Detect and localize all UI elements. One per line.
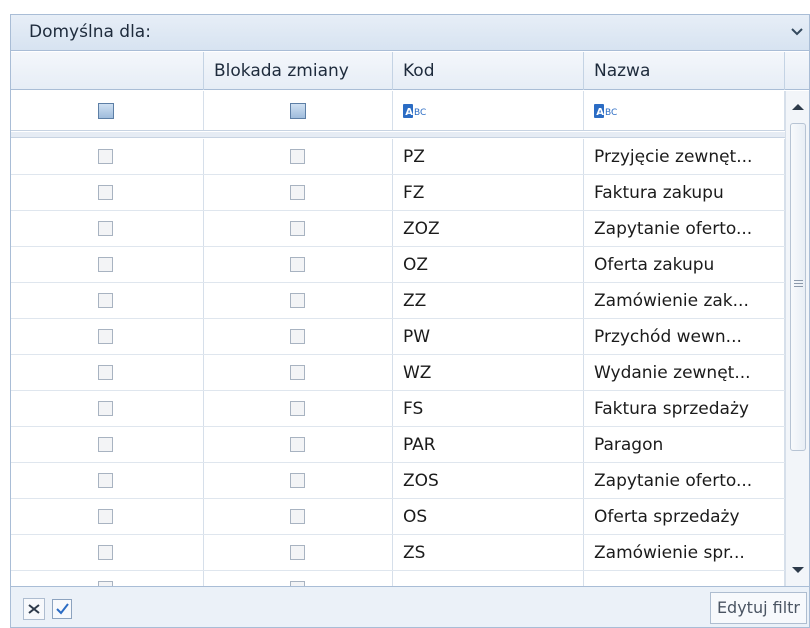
chevron-down-icon[interactable] [791,27,803,37]
column-header-row: Blokada zmiany Kod Nazwa [11,52,809,90]
table-row[interactable]: OZ Oferta zakupu [11,247,785,283]
column-header-kod[interactable]: Kod [393,52,584,90]
svg-text:BC: BC [605,108,617,118]
kod-cell: OS [403,507,428,527]
nazwa-cell: Zapytanie oferto... [594,471,753,491]
filter-row: A BC A BC [11,91,785,131]
svg-text:A: A [405,107,413,118]
blokada-checkbox[interactable] [290,509,305,524]
table-row[interactable]: PAR Paragon [11,427,785,463]
nazwa-cell: Wydanie zewnęt... [594,363,751,383]
checkmark-icon [56,603,69,615]
kod-cell: ZZ [403,291,427,311]
kod-cell: PZ [403,147,425,167]
table-row[interactable]: WZ Wydanie zewnęt... [11,355,785,391]
kod-cell: ZOZ [403,219,440,239]
nazwa-cell: Przychód wewn... [594,327,742,347]
kod-cell: FZ [403,183,425,203]
edit-filter-button[interactable]: Edytuj filtr [709,592,807,624]
nazwa-cell: Zamówienie spr... [594,543,745,563]
scroll-thumb[interactable] [790,123,806,451]
kod-cell: ZOS [403,471,439,491]
table-row[interactable]: ZOZ Zapytanie oferto... [11,211,785,247]
table-row[interactable]: FZ Faktura zakupu [11,175,785,211]
group-title: Domyślna dla: [29,22,151,42]
nazwa-cell: Zamówienie zak... [594,291,749,311]
filter-checkbox-default[interactable] [98,103,114,119]
nazwa-cell: Faktura zakupu [594,183,724,203]
table-row[interactable]: FS Faktura sprzedaży [11,391,785,427]
kod-cell: OZ [403,255,429,275]
column-header-spacer [785,52,809,90]
nazwa-cell: Oferta zakupu [594,255,715,275]
text-filter-icon: A BC [403,104,426,118]
svg-text:A: A [596,107,604,118]
rows-container: PZ Przyjęcie zewnęt... FZ Faktura zakupu… [11,139,785,586]
blokada-checkbox[interactable] [290,545,305,560]
grip-icon [794,280,803,287]
filter-cell-blokada[interactable] [204,91,393,130]
default-checkbox[interactable] [98,509,113,524]
scroll-up-arrow-icon[interactable] [791,102,805,111]
documents-grid: Blokada zmiany Kod Nazwa A BC A BC PZ Pr… [11,52,809,586]
group-header[interactable]: Domyślna dla: [11,15,809,51]
column-header-nazwa[interactable]: Nazwa [584,52,785,90]
column-header-default[interactable] [11,52,204,90]
default-checkbox[interactable] [98,221,113,236]
kod-cell: ZS [403,543,426,563]
nazwa-cell: Faktura sprzedaży [594,399,749,419]
document-defaults-panel: Domyślna dla: Blokada zmiany Kod Nazwa A [10,14,810,628]
blokada-checkbox[interactable] [290,293,305,308]
filter-separator [11,132,785,138]
filter-cell-nazwa[interactable]: A BC [584,91,785,130]
default-checkbox[interactable] [98,401,113,416]
filter-cell-kod[interactable]: A BC [393,91,584,130]
grid-footer: Edytuj filtr [11,586,809,627]
filter-active-checkbox[interactable] [52,599,72,619]
blokada-checkbox[interactable] [290,473,305,488]
svg-text:BC: BC [414,108,426,118]
close-icon [28,604,40,614]
table-row[interactable]: PW Przychód wewn... [11,319,785,355]
table-row[interactable] [11,571,785,586]
blokada-checkbox[interactable] [290,149,305,164]
blokada-checkbox[interactable] [290,185,305,200]
kod-cell: PAR [403,435,436,455]
table-row[interactable]: OS Oferta sprzedaży [11,499,785,535]
default-checkbox[interactable] [98,329,113,344]
text-filter-icon: A BC [594,104,617,118]
blokada-checkbox[interactable] [290,257,305,272]
vertical-scrollbar[interactable] [785,91,809,586]
nazwa-cell: Przyjęcie zewnęt... [594,147,753,167]
nazwa-cell: Zapytanie oferto... [594,219,753,239]
table-row[interactable]: ZZ Zamówienie zak... [11,283,785,319]
default-checkbox[interactable] [98,293,113,308]
default-checkbox[interactable] [98,473,113,488]
blokada-checkbox[interactable] [290,401,305,416]
default-checkbox[interactable] [98,257,113,272]
filter-checkbox-blokada[interactable] [290,103,306,119]
nazwa-cell: Oferta sprzedaży [594,507,740,527]
scroll-down-arrow-icon[interactable] [791,566,805,575]
blokada-checkbox[interactable] [290,221,305,236]
filter-cell-default[interactable] [11,91,204,130]
table-row[interactable]: ZOS Zapytanie oferto... [11,463,785,499]
table-row[interactable]: ZS Zamówienie spr... [11,535,785,571]
nazwa-cell: Paragon [594,435,664,455]
blokada-checkbox[interactable] [290,329,305,344]
clear-filter-button[interactable] [23,598,45,620]
default-checkbox[interactable] [98,437,113,452]
table-row[interactable]: PZ Przyjęcie zewnęt... [11,139,785,175]
kod-cell: FS [403,399,424,419]
default-checkbox[interactable] [98,185,113,200]
kod-cell: PW [403,327,431,347]
kod-cell: WZ [403,363,432,383]
default-checkbox[interactable] [98,545,113,560]
column-header-blokada-zmiany[interactable]: Blokada zmiany [204,52,393,90]
blokada-checkbox[interactable] [290,437,305,452]
default-checkbox[interactable] [98,149,113,164]
blokada-checkbox[interactable] [290,365,305,380]
default-checkbox[interactable] [98,365,113,380]
